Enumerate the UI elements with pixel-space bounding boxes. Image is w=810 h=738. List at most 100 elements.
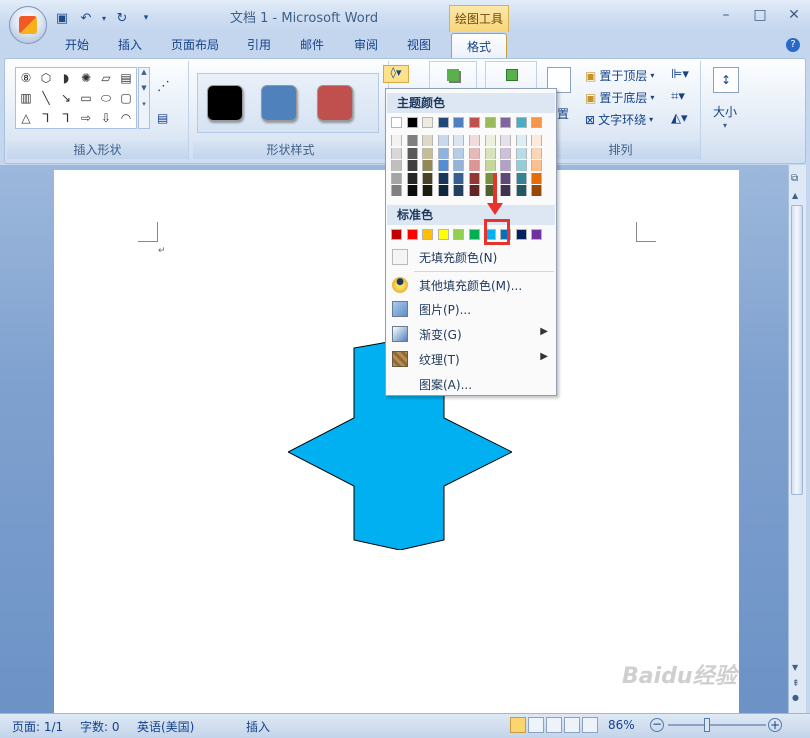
- undo-dropdown-icon[interactable]: ▾: [100, 9, 108, 27]
- theme-color-swatch[interactable]: [500, 117, 512, 128]
- theme-color-swatch[interactable]: [484, 117, 496, 128]
- next-page-icon[interactable]: ●: [792, 693, 799, 702]
- theme-shade-swatch[interactable]: [422, 135, 434, 146]
- shape-freeform-icon[interactable]: ◠: [116, 108, 136, 128]
- theme-shade-swatch[interactable]: [469, 185, 480, 196]
- tab-home[interactable]: 开始: [65, 36, 89, 53]
- theme-shade-swatch[interactable]: [515, 172, 527, 184]
- redo-icon[interactable]: ↻: [112, 9, 132, 27]
- theme-shade-swatch[interactable]: [500, 160, 512, 171]
- shape-elbow-icon[interactable]: ⅂: [56, 108, 76, 128]
- shape-ellipse-icon[interactable]: ⬭: [96, 88, 116, 108]
- zoom-out-icon[interactable]: −: [650, 718, 664, 732]
- theme-color-swatch[interactable]: [515, 117, 527, 128]
- theme-shade-swatch[interactable]: [453, 172, 465, 184]
- shape-arrow-line-icon[interactable]: ↘: [56, 88, 76, 108]
- shape-gear-icon[interactable]: ✺: [76, 68, 96, 88]
- shape-rounded-rect-icon[interactable]: ▢: [116, 88, 136, 108]
- theme-color-swatch[interactable]: [437, 117, 449, 128]
- zoom-slider-thumb[interactable]: [704, 718, 710, 732]
- theme-shade-swatch[interactable]: [484, 147, 496, 159]
- theme-shade-swatch[interactable]: [406, 147, 418, 159]
- tab-mailings[interactable]: 邮件: [300, 36, 324, 53]
- style-blue[interactable]: [261, 85, 297, 121]
- status-mode[interactable]: 插入: [246, 718, 270, 735]
- theme-shade-swatch[interactable]: [515, 147, 527, 159]
- standard-color-swatch[interactable]: [453, 229, 465, 240]
- theme-color-swatch[interactable]: [469, 117, 480, 128]
- scroll-up-icon[interactable]: ▲: [792, 191, 798, 200]
- fill-color-button[interactable]: ◊▾: [383, 65, 409, 83]
- menu-gradient[interactable]: 渐变(G) ▶: [386, 322, 556, 346]
- theme-shade-swatch[interactable]: [406, 185, 418, 196]
- shape-textbox-icon[interactable]: ⑧: [16, 68, 36, 88]
- theme-shade-swatch[interactable]: [406, 172, 418, 184]
- align-icon[interactable]: ⊫▾: [671, 67, 689, 82]
- close-icon[interactable]: ✕: [784, 8, 804, 24]
- theme-shade-swatch[interactable]: [531, 147, 543, 159]
- theme-shade-swatch[interactable]: [515, 185, 527, 196]
- tab-view[interactable]: 视图: [407, 36, 431, 53]
- style-red[interactable]: [317, 85, 353, 121]
- theme-shade-swatch[interactable]: [422, 160, 434, 171]
- send-to-back-button[interactable]: ▣ 置于底层 ▾: [585, 89, 654, 106]
- theme-shade-swatch[interactable]: [422, 185, 434, 196]
- tab-insert[interactable]: 插入: [118, 36, 142, 53]
- standard-color-swatch[interactable]: [531, 229, 543, 240]
- tab-review[interactable]: 审阅: [354, 36, 378, 53]
- shape-line-icon[interactable]: ╲: [36, 88, 56, 108]
- full-screen-reading-icon[interactable]: [528, 717, 544, 733]
- office-button[interactable]: [9, 6, 47, 44]
- theme-shade-swatch[interactable]: [453, 135, 465, 146]
- theme-shade-swatch[interactable]: [437, 185, 449, 196]
- scroll-thumb[interactable]: [791, 205, 803, 495]
- menu-texture[interactable]: 纹理(T) ▶: [386, 347, 556, 371]
- theme-color-swatch[interactable]: [422, 117, 434, 128]
- undo-icon[interactable]: ↶: [76, 9, 96, 27]
- menu-more-colors[interactable]: ● 其他填充颜色(M)...: [386, 273, 556, 297]
- shapes-gallery[interactable]: ⑧ ⬡ ◗ ✺ ▱ ▤ ▥ ╲ ↘ ▭ ⬭ ▢ △ ⅂ ⅂ ⇨ ⇩ ◠: [15, 67, 137, 129]
- theme-shade-swatch[interactable]: [500, 172, 512, 184]
- shape-cube-icon[interactable]: ▱: [96, 68, 116, 88]
- shape-hexagon-icon[interactable]: ⬡: [36, 68, 56, 88]
- theme-shade-swatch[interactable]: [500, 147, 512, 159]
- shape-text-icon[interactable]: ▥: [16, 88, 36, 108]
- theme-shade-swatch[interactable]: [406, 135, 418, 146]
- status-page[interactable]: 页面: 1/1: [12, 718, 63, 735]
- standard-color-swatch[interactable]: [422, 229, 434, 240]
- draft-view-icon[interactable]: [582, 717, 598, 733]
- shape-triangle-icon[interactable]: △: [16, 108, 36, 128]
- size-label[interactable]: 大小: [713, 103, 737, 120]
- shape-down-arrow-icon[interactable]: ⇩: [96, 108, 116, 128]
- theme-shade-swatch[interactable]: [469, 135, 480, 146]
- bring-to-front-button[interactable]: ▣ 置于顶层 ▾: [585, 67, 654, 84]
- theme-shade-swatch[interactable]: [437, 160, 449, 171]
- tab-format[interactable]: 格式: [451, 33, 507, 59]
- menu-pattern[interactable]: 图案(A)...: [386, 372, 556, 396]
- shape-connector-icon[interactable]: ⅂: [36, 108, 56, 128]
- theme-shade-swatch[interactable]: [469, 160, 480, 171]
- theme-shade-swatch[interactable]: [500, 185, 512, 196]
- restore-icon[interactable]: □: [750, 8, 770, 24]
- standard-color-swatch[interactable]: [515, 229, 527, 240]
- theme-shade-swatch[interactable]: [391, 135, 402, 146]
- theme-shade-swatch[interactable]: [453, 147, 465, 159]
- theme-shade-swatch[interactable]: [469, 172, 480, 184]
- shape-frame-icon[interactable]: ▤: [116, 68, 136, 88]
- theme-shade-swatch[interactable]: [422, 147, 434, 159]
- group-objects-icon[interactable]: ⌗▾: [671, 89, 685, 104]
- tab-page-layout[interactable]: 页面布局: [171, 36, 219, 53]
- standard-color-swatch[interactable]: [437, 229, 449, 240]
- theme-shade-swatch[interactable]: [437, 147, 449, 159]
- theme-shade-swatch[interactable]: [406, 160, 418, 171]
- shadow-effects-button[interactable]: [429, 61, 477, 91]
- theme-shade-swatch[interactable]: [391, 172, 402, 184]
- size-icon[interactable]: ↕: [713, 67, 739, 93]
- theme-shade-swatch[interactable]: [531, 185, 543, 196]
- theme-color-swatch[interactable]: [391, 117, 402, 128]
- rotate-icon[interactable]: ◭▾: [671, 111, 688, 126]
- theme-shade-swatch[interactable]: [437, 135, 449, 146]
- theme-shade-swatch[interactable]: [484, 135, 496, 146]
- theme-shade-swatch[interactable]: [453, 160, 465, 171]
- theme-shade-swatch[interactable]: [515, 135, 527, 146]
